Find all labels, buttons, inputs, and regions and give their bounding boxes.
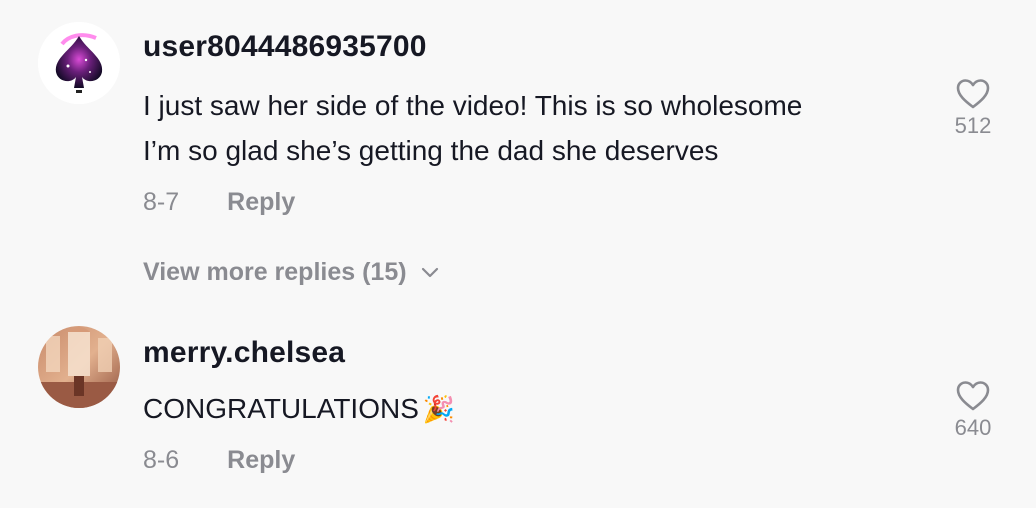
like-count: 512 — [954, 113, 992, 138]
comment-text: CONGRATULATIONS 🎉 — [143, 386, 923, 432]
comment-meta: 8-7 Reply — [143, 188, 295, 217]
spade-icon — [38, 22, 120, 104]
like-button[interactable]: 512 — [943, 78, 1003, 139]
heart-icon — [956, 381, 990, 411]
avatar[interactable] — [38, 326, 120, 408]
comment-date: 8-7 — [143, 188, 180, 216]
chevron-down-icon — [421, 267, 438, 277]
comment-meta: 8-6 Reply — [143, 446, 295, 475]
like-count: 640 — [954, 415, 992, 440]
avatar[interactable] — [38, 22, 120, 104]
view-more-replies-button[interactable]: View more replies (15) — [143, 258, 439, 287]
comment-text-line: I’m so glad she’s getting the dad she de… — [143, 135, 719, 166]
comment-date: 8-6 — [143, 446, 180, 474]
comment-text-line: CONGRATULATIONS — [143, 393, 419, 424]
comment-text: I just saw her side of the video! This i… — [143, 83, 923, 173]
view-more-replies-label: View more replies (15) — [143, 258, 407, 286]
reply-button[interactable]: Reply — [227, 188, 295, 217]
reply-button[interactable]: Reply — [227, 446, 295, 475]
heart-icon — [956, 79, 990, 109]
party-popper-emoji: 🎉 — [422, 394, 456, 424]
comment-text-line: I just saw her side of the video! This i… — [143, 90, 803, 121]
username[interactable]: user8044486935700 — [143, 30, 427, 64]
like-button[interactable]: 640 — [943, 380, 1003, 441]
palace-interior-photo — [38, 326, 120, 408]
username[interactable]: merry.chelsea — [143, 336, 345, 370]
